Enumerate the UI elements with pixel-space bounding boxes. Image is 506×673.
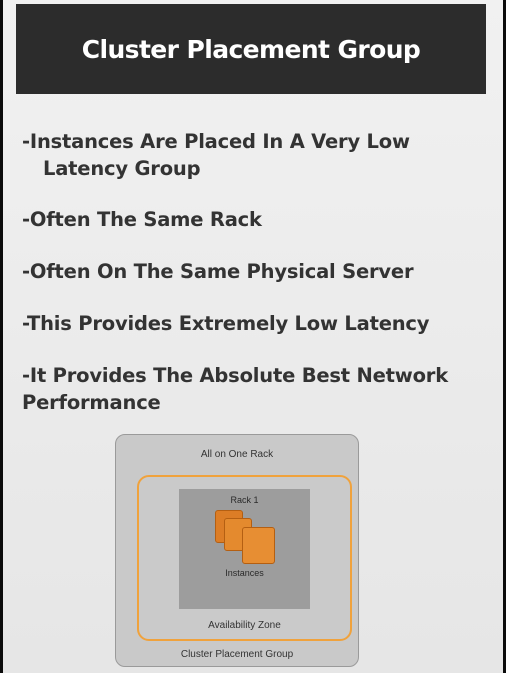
slide: Cluster Placement Group -Instances Are P…: [3, 0, 503, 673]
slide-title: Cluster Placement Group: [81, 34, 421, 64]
bullet-item: -Often The Same Rack: [22, 208, 262, 231]
bullet-list: -Instances Are Placed In A Very Low Late…: [22, 128, 492, 416]
bullet-item: -Often On The Same Physical Server: [22, 260, 414, 283]
bullet-item: -This Provides Extremely Low Latency: [22, 312, 430, 335]
rack-box: Rack 1 Instances: [179, 489, 310, 609]
availability-zone-label: Availability Zone: [208, 620, 281, 631]
availability-zone-box: Rack 1 Instances Availability Zone: [137, 475, 352, 641]
instance-icon: [242, 527, 275, 564]
bullet-item: -It Provides The Absolute Best Network P…: [22, 364, 448, 414]
all-on-one-rack-label: All on One Rack: [200, 449, 274, 460]
cluster-placement-group-box: All on One Rack Rack 1 Instances Availab…: [115, 434, 359, 667]
rack-label: Rack 1: [230, 495, 259, 505]
instances-label: Instances: [225, 568, 264, 578]
bullet-item: -Instances Are Placed In A Very Low Late…: [22, 130, 410, 180]
title-bar: Cluster Placement Group: [16, 4, 486, 94]
cluster-placement-group-label: Cluster Placement Group: [180, 649, 294, 660]
